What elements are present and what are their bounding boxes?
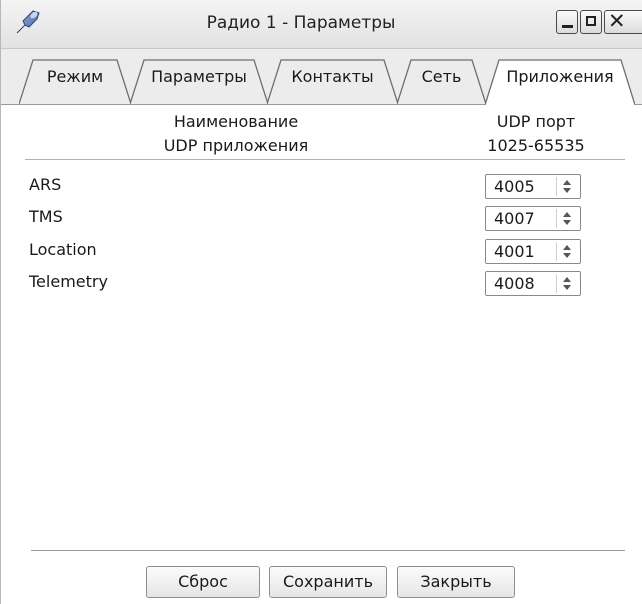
port-spinbox-telemetry[interactable] xyxy=(485,271,581,296)
maximize-button[interactable] xyxy=(580,10,602,34)
col-header-port-line2: 1025-65535 xyxy=(487,136,585,155)
spin-arrows-icon[interactable] xyxy=(556,177,577,196)
spin-arrows-icon[interactable] xyxy=(556,242,577,261)
port-input-location[interactable] xyxy=(486,240,554,263)
tab-label: Приложения xyxy=(506,67,614,86)
close-window-button[interactable]: ✕ xyxy=(604,9,642,34)
col-header-name-line2: UDP приложения xyxy=(163,136,309,155)
minimize-icon xyxy=(562,25,573,28)
tab-parameters[interactable]: Параметры xyxy=(130,58,268,105)
spin-down-icon[interactable] xyxy=(563,220,571,225)
tab-mode[interactable]: Режим xyxy=(19,58,131,105)
maximize-icon xyxy=(586,16,596,26)
window-title: Радио 1 - Параметры xyxy=(206,13,396,33)
spin-up-icon[interactable] xyxy=(563,277,571,282)
spin-up-icon[interactable] xyxy=(563,212,571,217)
row-label-tms: TMS xyxy=(29,207,63,226)
spin-up-icon[interactable] xyxy=(563,245,571,250)
spin-up-icon[interactable] xyxy=(563,180,571,185)
close-button[interactable]: Закрыть xyxy=(397,566,515,598)
row-label-telemetry: Telemetry xyxy=(29,272,108,291)
col-header-name-line1: Наименование xyxy=(173,112,299,131)
tab-label: Параметры xyxy=(151,67,247,86)
port-input-telemetry[interactable] xyxy=(486,272,554,295)
spin-down-icon[interactable] xyxy=(563,285,571,290)
tab-label: Контакты xyxy=(291,67,374,86)
spin-down-icon[interactable] xyxy=(563,253,571,258)
header-divider xyxy=(25,159,625,160)
close-icon: ✕ xyxy=(608,9,626,33)
spin-arrows-icon[interactable] xyxy=(556,274,577,293)
tab-label: Режим xyxy=(46,67,104,86)
col-header-port-line1: UDP порт xyxy=(496,112,576,131)
reset-button[interactable]: Сброс xyxy=(146,566,260,598)
spin-arrows-icon[interactable] xyxy=(556,209,577,228)
radio-antenna-icon xyxy=(16,10,40,34)
save-button[interactable]: Сохранить xyxy=(269,566,387,598)
port-spinbox-ars[interactable] xyxy=(485,174,581,199)
row-label-location: Location xyxy=(29,240,97,259)
row-label-ars: ARS xyxy=(29,175,62,194)
port-input-tms[interactable] xyxy=(486,207,554,230)
tab-network[interactable]: Сеть xyxy=(397,58,486,105)
tab-contacts[interactable]: Контакты xyxy=(267,58,398,105)
settings-window: Радио 1 - Параметры ✕ Режим Параметры Ко… xyxy=(0,0,642,604)
port-input-ars[interactable] xyxy=(486,175,554,198)
minimize-button[interactable] xyxy=(556,10,578,34)
port-spinbox-tms[interactable] xyxy=(485,206,581,231)
title-bar[interactable]: Радио 1 - Параметры ✕ xyxy=(1,0,642,49)
spin-down-icon[interactable] xyxy=(563,188,571,193)
tab-applications[interactable]: Приложения xyxy=(485,58,635,106)
footer-divider xyxy=(31,550,625,551)
tab-label: Сеть xyxy=(421,67,462,86)
port-spinbox-location[interactable] xyxy=(485,239,581,264)
